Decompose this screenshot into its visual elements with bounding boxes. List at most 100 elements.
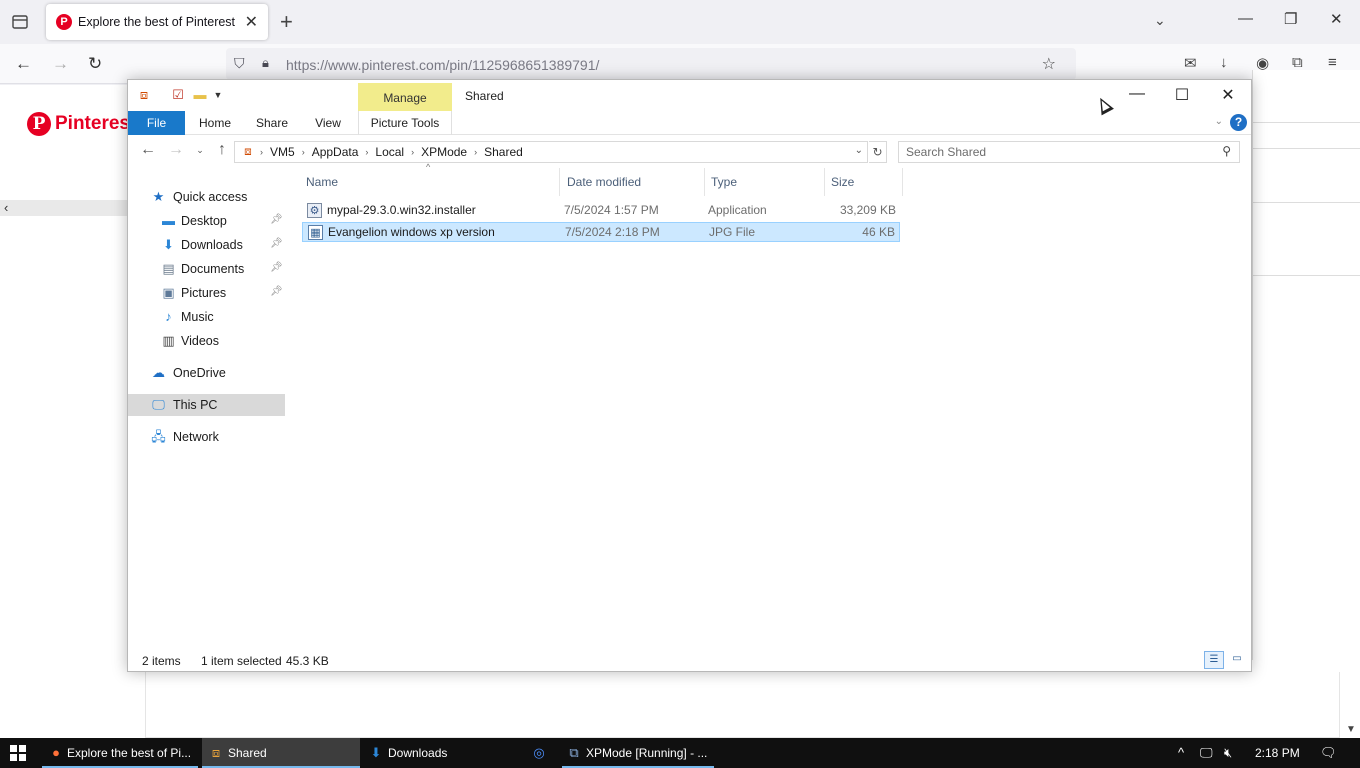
browser-tab-pinterest[interactable]: P Explore the best of Pinterest ✕ [46, 4, 268, 40]
search-icon[interactable]: ⚲ [1222, 144, 1231, 158]
nav-downloads[interactable]: ⬇ Downloads 📌︎ [128, 234, 285, 256]
tab-file[interactable]: File [128, 111, 185, 135]
extensions-icon[interactable]: ⧉ [1292, 54, 1303, 71]
manage-contextual-tab[interactable]: Manage [358, 83, 452, 113]
pinterest-logo[interactable]: P Pinterest [27, 112, 136, 136]
quick-access-dropdown-icon[interactable]: ▼ [210, 87, 226, 103]
column-size[interactable]: Size [827, 168, 903, 196]
breadcrumb-local[interactable]: Local [371, 145, 408, 159]
search-input[interactable] [899, 142, 1209, 162]
browser-minimize-button[interactable]: — [1238, 10, 1253, 27]
chevron-left-icon[interactable]: ‹ [4, 200, 8, 215]
breadcrumb-separator[interactable]: › [408, 147, 417, 157]
clock[interactable]: 2:18 PM [1255, 746, 1300, 760]
new-tab-button[interactable]: + [280, 9, 293, 35]
computer-icon: 🖵︎ [152, 397, 165, 412]
tray-overflow-chevron-icon[interactable]: ^ [1178, 745, 1184, 760]
taskbar-item-xpmode[interactable]: ⧉ XPMode [Running] - ... [562, 738, 714, 768]
taskbar-item-firefox[interactable]: ● Explore the best of Pi... [42, 738, 198, 768]
forward-arrow-icon[interactable]: → [52, 54, 69, 74]
taskbar-item-shared[interactable]: ⧈ Shared [202, 738, 360, 768]
application-icon: ⚙ [307, 203, 322, 218]
new-folder-icon[interactable]: ▬ [192, 87, 208, 103]
back-arrow-icon[interactable]: ← [15, 54, 32, 74]
refresh-icon[interactable]: ↻ [869, 141, 887, 163]
network-tray-icon[interactable]: 🖵︎ [1200, 745, 1213, 761]
nav-pictures[interactable]: ▣ Pictures 📌︎ [128, 282, 285, 304]
lock-icon[interactable]: 🔒︎ [262, 55, 269, 71]
properties-icon[interactable]: ☑ [170, 87, 186, 103]
url-bar[interactable]: ⛉ 🔒︎ https://www.pinterest.com/pin/11259… [226, 48, 1076, 80]
tab-view[interactable]: View [304, 111, 352, 135]
breadcrumb-separator[interactable]: › [362, 147, 371, 157]
nav-desktop[interactable]: ▬ Desktop 📌︎ [128, 210, 285, 232]
scroll-down-arrow-icon[interactable]: ▼ [1346, 724, 1356, 735]
desktop-icon: ▬ [162, 213, 175, 228]
details-view-icon[interactable]: ☰ [1204, 651, 1224, 669]
pin-icon[interactable]: 📌︎ [270, 238, 283, 249]
selection-count: 1 item selected [201, 654, 282, 668]
tab-share[interactable]: Share [248, 111, 296, 135]
nav-videos[interactable]: ▥ Videos [128, 330, 285, 352]
file-type: JPG File [709, 225, 756, 239]
reload-icon[interactable]: ↻ [88, 54, 102, 74]
column-date-modified[interactable]: Date modified [563, 168, 705, 196]
breadcrumb-separator[interactable]: › [471, 147, 480, 157]
pin-icon[interactable]: 📌︎ [270, 214, 283, 225]
address-bar[interactable]: ⧈ › VM5 › AppData › Local › XPMode › Sha… [234, 141, 868, 163]
pin-icon[interactable]: 📌︎ [270, 262, 283, 273]
explorer-title-bar[interactable]: ⧈ ☑ ▬ ▼ Manage Shared — ☐ ✕ [128, 80, 1251, 113]
status-bar: 2 items 1 item selected 45.3 KB ☰ ▭ [128, 650, 1251, 671]
close-tab-icon[interactable]: ✕ [245, 12, 258, 32]
breadcrumb-separator[interactable]: › [299, 147, 308, 157]
file-row[interactable]: ⚙ mypal-29.3.0.win32.installer 7/5/2024 … [302, 201, 900, 221]
windows-start-icon[interactable] [10, 745, 26, 761]
tab-home[interactable]: Home [190, 111, 240, 135]
nav-label: OneDrive [173, 366, 226, 380]
nav-network[interactable]: 🖧︎ Network [128, 426, 285, 448]
forward-button[interactable]: → [166, 141, 186, 159]
tracking-shield-icon[interactable]: ⛉ [234, 55, 245, 72]
nav-this-pc[interactable]: 🖵︎ This PC [128, 394, 285, 416]
list-all-tabs-icon[interactable] [10, 12, 30, 32]
bookmark-star-icon[interactable]: ☆ [1042, 54, 1056, 74]
downloads-icon[interactable]: ↓ [1220, 54, 1228, 71]
column-name[interactable]: Name [302, 168, 560, 196]
taskbar-item-chrome[interactable]: ◎ [528, 738, 550, 768]
browser-close-button[interactable]: ✕ [1330, 10, 1343, 28]
taskbar-item-downloads[interactable]: ⬇ Downloads [364, 738, 522, 768]
browser-restore-button[interactable]: ❐ [1284, 10, 1297, 28]
pocket-icon[interactable]: ✉ [1184, 54, 1197, 72]
tab-list-chevron-icon[interactable]: ⌄ [1154, 12, 1166, 29]
large-icons-view-icon[interactable]: ▭ [1227, 651, 1247, 669]
breadcrumb-shared[interactable]: Shared [480, 145, 527, 159]
back-button[interactable]: ← [138, 141, 158, 159]
maximize-button[interactable]: ☐ [1172, 85, 1192, 105]
recent-locations-chevron-icon[interactable]: ⌄ [190, 145, 210, 156]
search-box[interactable]: ⚲ [898, 141, 1240, 163]
nav-documents[interactable]: ▤ Documents 📌︎ [128, 258, 285, 280]
volume-muted-icon[interactable]: 🔇︎ [1224, 745, 1232, 761]
taskbar-item-label: Downloads [388, 746, 448, 760]
breadcrumb-separator[interactable]: › [257, 147, 266, 157]
column-type[interactable]: Type [707, 168, 825, 196]
minimize-button[interactable]: — [1127, 85, 1147, 103]
xp-window-icon[interactable]: ⧈ [136, 87, 152, 103]
close-button[interactable]: ✕ [1218, 85, 1238, 105]
tab-picture-tools[interactable]: Picture Tools [358, 111, 452, 135]
pin-icon[interactable]: 📌︎ [270, 286, 283, 297]
nav-quick-access[interactable]: ★ Quick access [128, 186, 285, 208]
file-row-selected[interactable]: ▦ Evangelion windows xp version 7/5/2024… [302, 222, 900, 242]
breadcrumb-xpmode[interactable]: XPMode [417, 145, 471, 159]
nav-onedrive[interactable]: ☁ OneDrive [128, 362, 285, 384]
address-dropdown-icon[interactable]: ⌄ [855, 145, 863, 156]
nav-music[interactable]: ♪ Music [128, 306, 285, 328]
breadcrumb-vm5[interactable]: VM5 [266, 145, 299, 159]
menu-icon[interactable]: ≡ [1328, 54, 1337, 71]
url-text[interactable]: https://www.pinterest.com/pin/1125968651… [286, 57, 599, 73]
breadcrumb-appdata[interactable]: AppData [308, 145, 363, 159]
notifications-icon[interactable]: 🗨︎ [1320, 745, 1337, 761]
expand-ribbon-chevron-icon[interactable]: ⌄ [1215, 116, 1223, 127]
up-arrow-button[interactable]: ↑ [212, 141, 232, 159]
help-icon[interactable]: ? [1230, 114, 1247, 131]
